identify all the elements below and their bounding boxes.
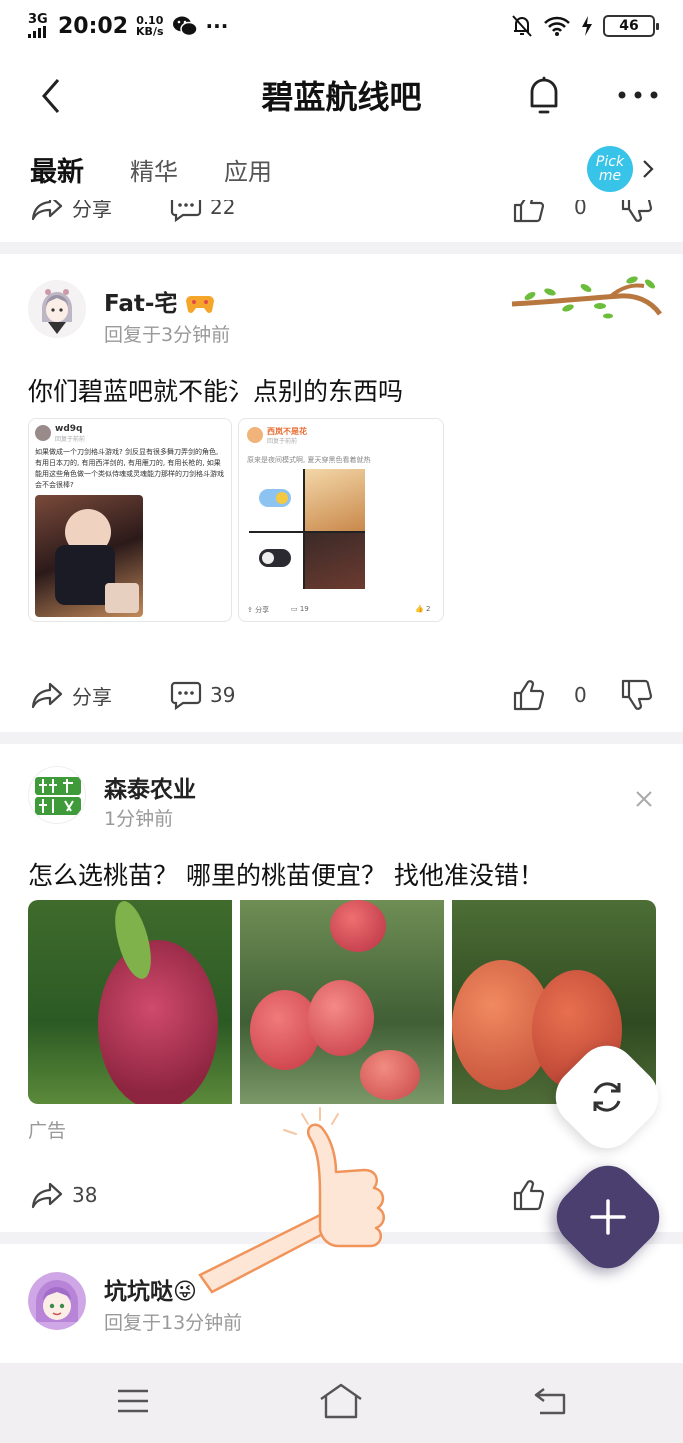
avatar [247, 427, 263, 443]
post-username[interactable]: Fat-宅 [104, 284, 215, 318]
shot-character-art [35, 495, 143, 617]
comment-icon [170, 681, 202, 710]
like-button[interactable]: 0 [512, 200, 587, 224]
post-meta: 1分钟前 [104, 808, 174, 830]
tab-latest[interactable]: 最新 [30, 150, 84, 189]
close-icon[interactable] [635, 790, 653, 808]
app-header: 碧蓝航线吧 [0, 52, 683, 138]
ad-label: 广告 [28, 1120, 67, 1142]
charging-icon [582, 16, 592, 36]
mute-bell-icon [512, 15, 532, 37]
avatar[interactable] [28, 1272, 86, 1330]
clock: 20:02 [58, 13, 129, 39]
shot-text: 如果做成一个刀剑格斗游戏? 剑反显有很多舞刀弄剑的角色, 有用日本刀的, 有用西… [35, 448, 224, 489]
more-notifications-icon: ··· [205, 14, 229, 38]
post-meta: 回复于3分钟前 [104, 324, 231, 346]
shot-text: 原来是夜间模式啊, 夏天穿黑色看着就热 [247, 456, 371, 464]
like-button[interactable] [512, 1178, 546, 1212]
network-type: 3G [28, 12, 48, 27]
shot-share: ⇪ 分享 [247, 606, 270, 614]
thumbs-up-icon [513, 1180, 545, 1211]
avatar[interactable] [28, 280, 86, 338]
back-icon[interactable] [532, 1383, 570, 1419]
avatar [35, 425, 51, 441]
plus-icon [590, 1199, 626, 1235]
back-arrow-icon[interactable] [36, 76, 72, 116]
thumbs-down-icon [621, 679, 653, 710]
share-button[interactable]: 分享 [30, 680, 112, 710]
anime-avatar-icon [28, 1272, 86, 1330]
refresh-icon [593, 1082, 621, 1112]
share-button[interactable]: 分享 [30, 200, 112, 222]
wifi-icon [544, 16, 570, 36]
shot-character-art [305, 533, 365, 589]
night-toggle-icon [259, 549, 291, 567]
post-actions: 分享 22 0 [0, 200, 683, 232]
tab-bar: 最新 精华 应用 Pick me [0, 138, 683, 200]
shot-meta: 回复于前前 [267, 438, 298, 445]
post-meta: 回复于13分钟前 [104, 1312, 243, 1334]
post-actions: 分享 39 0 [0, 670, 683, 720]
thumbs-up-icon [513, 680, 545, 711]
shot-character-art [305, 469, 365, 531]
ad-image-gallery[interactable] [28, 900, 656, 1104]
branch-decoration-icon [511, 276, 663, 319]
page-title: 碧蓝航线吧 [261, 78, 422, 116]
shot-comments: ▭ 19 [291, 605, 309, 613]
menu-icon[interactable] [116, 1387, 150, 1415]
ad-post-card[interactable]: 森泰农业 1分钟前 怎么选桃苗？ 哪里的桃苗便宜？ 找他准没错！ 广告 38 [0, 744, 683, 1232]
avatar[interactable] [28, 766, 86, 824]
signal-indicator: 3G [28, 12, 50, 38]
post-card[interactable]: 坑坑哒😜 回复于13分钟前 [0, 1244, 683, 1363]
wechat-icon [172, 16, 198, 37]
post-username[interactable]: 森泰农业 [104, 770, 196, 804]
post-image-screenshot[interactable]: wd9q 回复于前前 如果做成一个刀剑格斗游戏? 剑反显有很多舞刀弄剑的角色, … [28, 418, 232, 622]
more-options-icon[interactable] [616, 88, 660, 102]
network-speed: 0.10 KB/s [136, 14, 164, 38]
peach-photo[interactable] [28, 900, 232, 1104]
shot-likes: 👍 2 [415, 605, 431, 613]
shot-username: wd9q [55, 424, 83, 434]
gamepad-badge-icon [186, 296, 215, 313]
post-card[interactable]: Fat-宅 回复于3分钟前 你们碧蓝吧就不能氵点别的东西吗 wd9q 回复于前前… [0, 254, 683, 732]
day-toggle-icon [259, 489, 291, 507]
peach-photo[interactable] [240, 900, 444, 1104]
chevron-right-icon[interactable] [641, 158, 655, 180]
share-icon [31, 1182, 63, 1209]
shot-meta: 回复于前前 [55, 436, 86, 443]
share-icon [31, 682, 63, 709]
pick-me-badge[interactable]: Pick me [587, 146, 633, 192]
dislike-button[interactable] [620, 678, 654, 712]
like-button[interactable]: 0 [512, 678, 587, 712]
thumbs-down-icon [621, 200, 653, 222]
thumbs-up-icon [513, 200, 545, 223]
comment-icon [170, 200, 202, 222]
comment-button[interactable]: 39 [170, 680, 235, 710]
post-text[interactable]: 怎么选桃苗？ 哪里的桃苗便宜？ 找他准没错！ [28, 856, 544, 892]
share-icon [31, 200, 63, 221]
bell-icon[interactable] [524, 74, 564, 118]
tab-apps[interactable]: 应用 [224, 152, 272, 187]
anime-avatar-icon [28, 280, 86, 338]
system-nav-bar [0, 1363, 683, 1443]
status-bar: 3G 20:02 0.10 KB/s ··· 46 [0, 0, 683, 52]
post-card-partial: 分享 22 0 [0, 200, 683, 242]
brand-logo-icon [35, 777, 81, 815]
post-text[interactable]: 你们碧蓝吧就不能氵点别的东西吗 [28, 372, 403, 408]
dislike-button[interactable] [620, 200, 654, 224]
comment-button[interactable]: 22 [170, 200, 235, 222]
post-username[interactable]: 坑坑哒😜 [104, 1272, 197, 1306]
home-icon[interactable] [318, 1381, 364, 1421]
signal-bars-icon [28, 26, 46, 38]
tab-featured[interactable]: 精华 [130, 152, 178, 187]
share-button[interactable]: 38 [30, 1180, 97, 1210]
battery-indicator: 46 [603, 15, 659, 37]
post-image-screenshot[interactable]: 西岚不是花 回复于前前 原来是夜间模式啊, 夏天穿黑色看着就热 ⇪ 分享 ▭ 1… [238, 418, 444, 622]
